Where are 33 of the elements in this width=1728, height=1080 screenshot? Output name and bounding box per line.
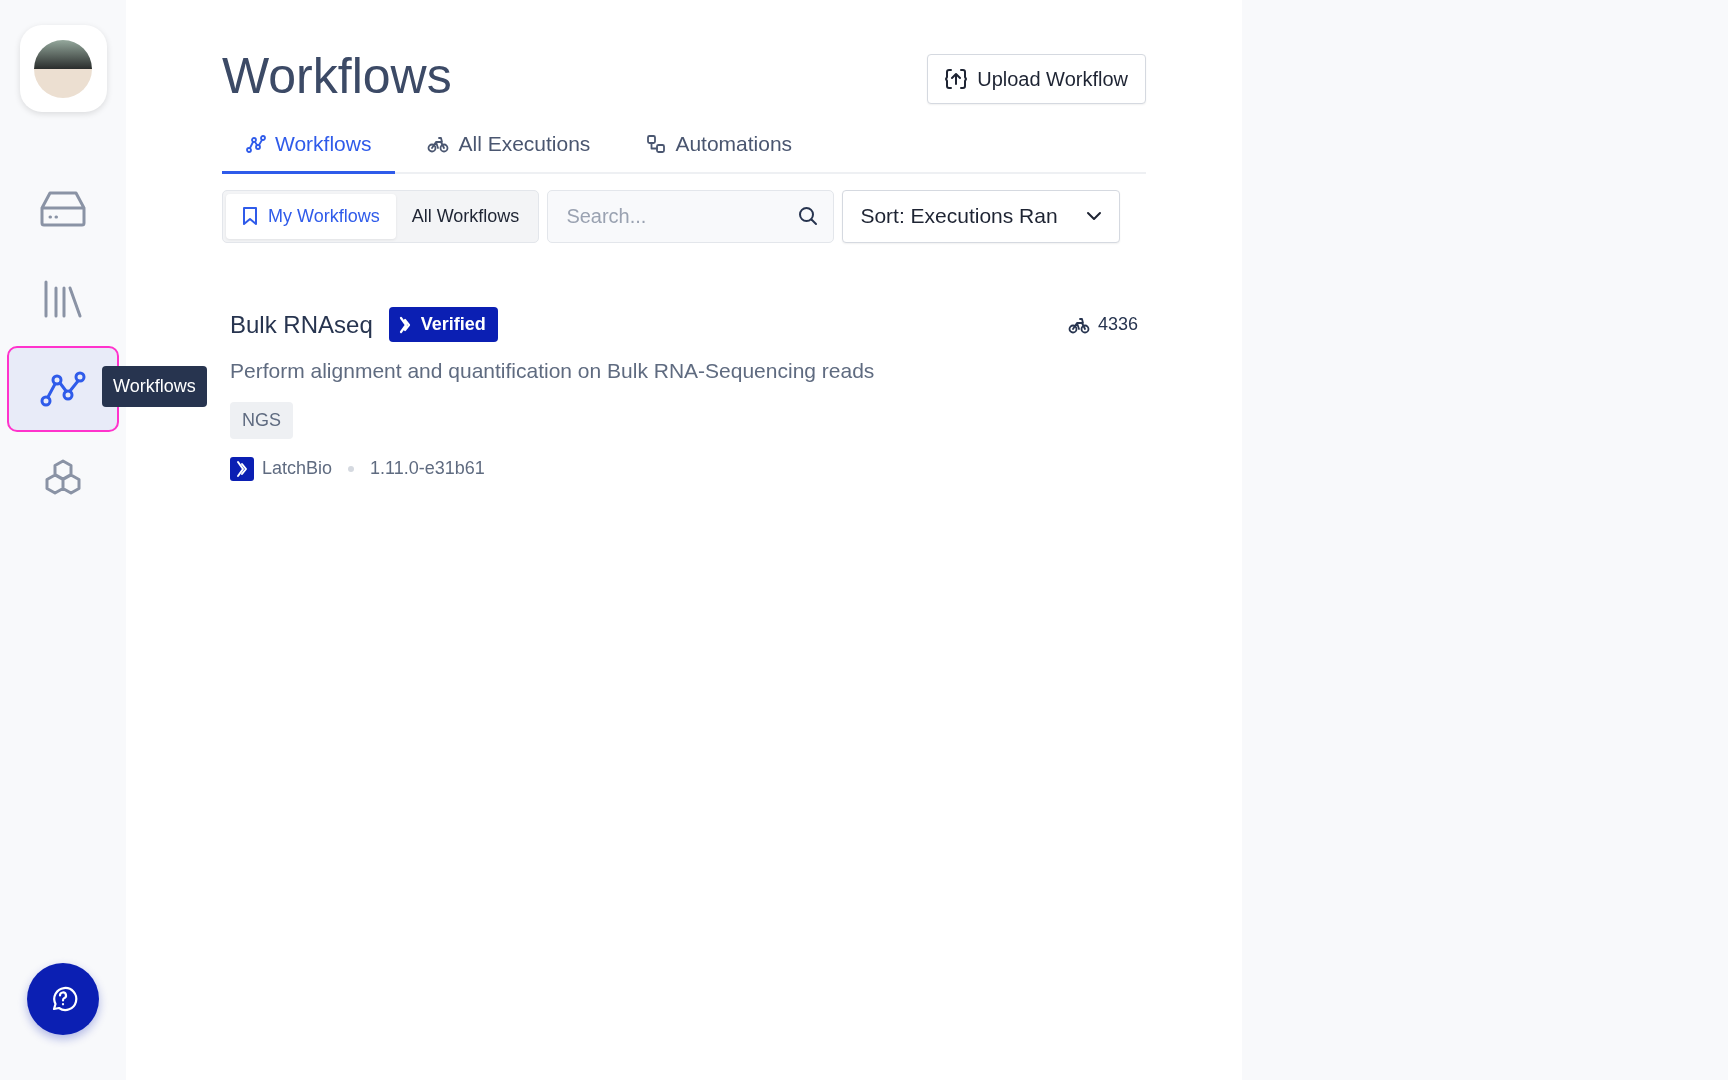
execution-count: 4336: [1097, 313, 1138, 336]
verified-badge: Verified: [388, 307, 498, 342]
automation-icon: [646, 133, 667, 154]
workflow-nodes-icon: [246, 134, 266, 153]
drive-icon: [40, 190, 86, 228]
page-title: Workflows: [222, 47, 452, 106]
upload-workflow-button[interactable]: Upload Workflow: [927, 54, 1146, 104]
chevron-mark-icon: [230, 456, 254, 481]
chevron-mark-icon: [398, 315, 413, 334]
upload-icon: [945, 68, 968, 90]
tab[interactable]: Automations: [622, 120, 817, 174]
version-text: 1.11.0-e31b61: [370, 457, 485, 480]
tag: NGS: [230, 402, 293, 439]
library-icon: [43, 280, 83, 318]
search-icon: [798, 205, 819, 226]
segment-button[interactable]: My Workflows: [226, 193, 396, 239]
segment-button[interactable]: All Workflows: [395, 193, 536, 239]
tab[interactable]: Workflows: [222, 120, 396, 174]
bicycle-icon: [427, 134, 450, 153]
workflow-nodes-icon: [40, 371, 86, 407]
logo-icon: [33, 38, 93, 99]
workflow-description: Perform alignment and quantification on Bulk RNA-Sequencing reads: [230, 357, 876, 384]
chevron-down-icon: [1086, 211, 1103, 221]
author-name: LatchBio: [262, 457, 333, 480]
bookmark-icon: [242, 206, 258, 226]
bicycle-icon: [1067, 315, 1090, 334]
search-field[interactable]: Search...: [547, 189, 835, 243]
tooltip: Workflows: [102, 366, 207, 407]
sort-dropdown[interactable]: Sort: Executions Ran: [842, 189, 1121, 243]
app-logo[interactable]: [19, 25, 107, 112]
workflow-name[interactable]: Bulk RNAseq: [230, 306, 373, 343]
tab[interactable]: All Executions: [403, 120, 615, 174]
help-button[interactable]: [27, 963, 99, 1035]
